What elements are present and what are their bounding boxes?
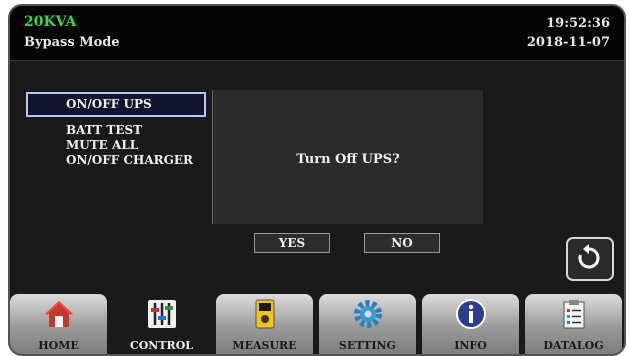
- gear-icon: [354, 300, 382, 328]
- refresh-back-icon: [578, 244, 600, 269]
- bottom-nav: HOME CONTROL MEASURE SETTING INFO DATALO…: [10, 294, 624, 354]
- tab-home[interactable]: HOME: [10, 294, 107, 354]
- control-menu: ON/OFF UPS BATT TEST MUTE ALL ON/OFF CHA…: [26, 92, 206, 168]
- ups-display-screen: 20KVA Bypass Mode 19:52:36 2018-11-07 ON…: [8, 4, 626, 356]
- info-icon: [456, 299, 486, 329]
- clock-time: 19:52:36: [546, 16, 610, 31]
- confirm-dialog: Turn Off UPS?: [212, 90, 483, 224]
- dialog-message: Turn Off UPS?: [296, 152, 400, 167]
- tab-home-label: HOME: [38, 339, 79, 352]
- menu-item-onoff-ups[interactable]: ON/OFF UPS: [26, 92, 206, 117]
- back-button[interactable]: [566, 237, 614, 281]
- tab-control[interactable]: CONTROL: [113, 294, 210, 354]
- tab-info[interactable]: INFO: [422, 294, 519, 354]
- yes-button[interactable]: YES: [254, 233, 330, 253]
- tab-setting[interactable]: SETTING: [319, 294, 416, 354]
- mode-label: Bypass Mode: [24, 35, 120, 50]
- tab-info-label: INFO: [454, 339, 487, 352]
- tab-datalog-label: DATALOG: [543, 339, 604, 352]
- meter-icon: [255, 299, 275, 329]
- tab-measure-label: MEASURE: [232, 339, 297, 352]
- status-header: 20KVA Bypass Mode 19:52:36 2018-11-07: [10, 6, 624, 61]
- tab-datalog[interactable]: DATALOG: [525, 294, 622, 354]
- tab-measure[interactable]: MEASURE: [216, 294, 313, 354]
- tab-control-label: CONTROL: [129, 339, 194, 352]
- menu-item-onoff-charger[interactable]: ON/OFF CHARGER: [26, 153, 206, 168]
- clock-date: 2018-11-07: [526, 35, 610, 50]
- tab-setting-label: SETTING: [339, 339, 396, 352]
- menu-item-batt-test[interactable]: BATT TEST: [26, 123, 206, 138]
- house-icon: [45, 301, 73, 327]
- sliders-icon: [148, 300, 176, 328]
- clipboard-icon: [563, 300, 585, 329]
- no-button[interactable]: NO: [364, 233, 440, 253]
- menu-item-mute-all[interactable]: MUTE ALL: [26, 138, 206, 153]
- model-label: 20KVA: [24, 14, 77, 30]
